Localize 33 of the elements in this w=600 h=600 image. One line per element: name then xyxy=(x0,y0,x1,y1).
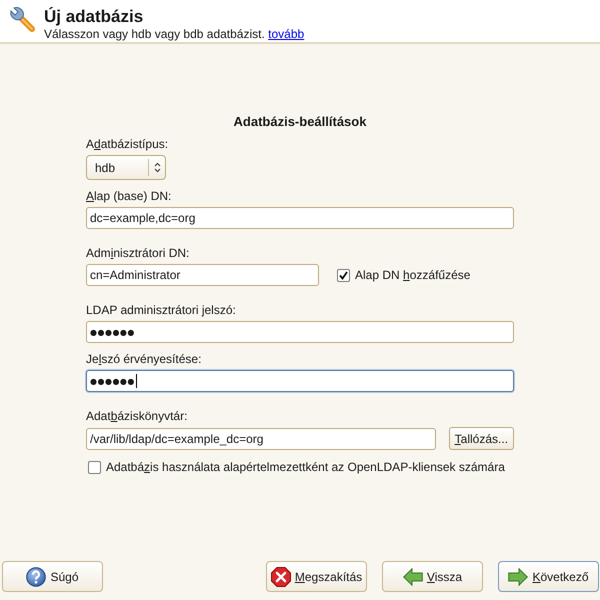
x-octagon-icon xyxy=(270,566,291,586)
arrow-right-icon xyxy=(508,568,528,586)
more-link[interactable]: tovább xyxy=(268,27,304,41)
back-button[interactable]: Vissza xyxy=(382,561,483,592)
checkbox-label[interactable]: Alap DN hozzáfűzése xyxy=(355,268,470,282)
field-label: Adatbázistípus: xyxy=(86,137,168,151)
section-title: Adatbázis-beállítások xyxy=(232,114,368,130)
checkbox-label[interactable]: Adatbázis használata alapértelmezettként az OpenLDAP-kliensek számára xyxy=(106,460,505,474)
field-label: Alap (base) DN: xyxy=(86,189,172,203)
text-field[interactable]: /var/lib/ldap/dc=example_dc=org xyxy=(86,428,436,450)
cancel-button[interactable]: Megszakítás xyxy=(266,561,367,592)
password-field[interactable]: ●●●●●● xyxy=(86,370,514,392)
next-button[interactable]: Következő xyxy=(498,561,599,592)
text-cursor xyxy=(136,374,137,388)
field-label: Adminisztrátori DN: xyxy=(86,246,190,260)
field-label: Jelszó érvényesítése: xyxy=(86,352,202,366)
browse-button[interactable]: Tallózás... xyxy=(448,427,514,450)
field-label: Adatbáziskönyvtár: xyxy=(86,409,188,423)
dialog-title: Új adatbázis xyxy=(44,7,144,27)
password-field[interactable]: ●●●●●● xyxy=(86,321,514,343)
checkbox[interactable] xyxy=(88,460,101,474)
checkmark-icon xyxy=(339,270,348,280)
arrow-left-icon xyxy=(402,568,423,586)
database-type-dropdown[interactable]: hdb xyxy=(86,155,166,180)
chevron-up-down-icon xyxy=(154,162,160,173)
checkbox[interactable] xyxy=(337,268,350,282)
help-icon xyxy=(26,566,46,586)
text-field[interactable]: cn=Administrator xyxy=(86,264,319,286)
field-label: LDAP adminisztrátori jelszó: xyxy=(86,303,236,317)
wrench-icon xyxy=(8,5,36,33)
dialog-subtitle: Válasszon vagy hdb vagy bdb adatbázist. tovább xyxy=(44,27,304,41)
text-field[interactable]: dc=example,dc=org xyxy=(86,207,514,229)
help-button[interactable]: Súgó xyxy=(2,561,103,592)
